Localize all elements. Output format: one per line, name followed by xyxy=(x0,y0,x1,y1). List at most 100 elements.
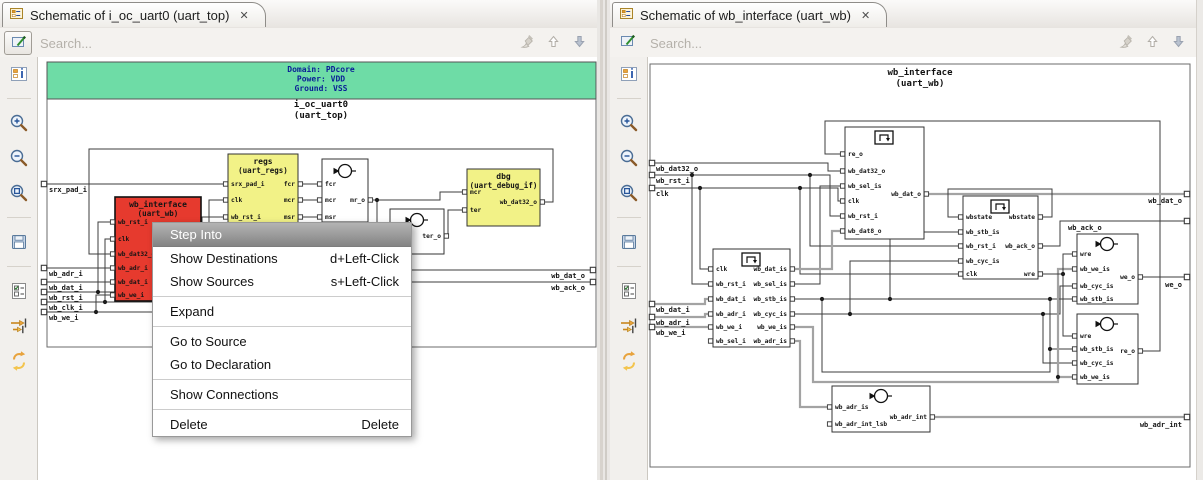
find-previous-icon[interactable] xyxy=(546,34,561,54)
pin-mcr[interactable] xyxy=(316,197,323,203)
pin-wb_dat_o[interactable] xyxy=(923,191,930,197)
pin-wbstate[interactable] xyxy=(957,214,964,220)
port-marker[interactable] xyxy=(589,266,597,274)
pin-wb_dat8_o[interactable] xyxy=(839,228,846,234)
menu-item-show-destinations[interactable]: Show Destinations d+Left-Click xyxy=(153,247,411,270)
pin-clk[interactable] xyxy=(222,197,229,203)
pin-wb_we_is[interactable] xyxy=(1071,266,1078,272)
pin-clk[interactable] xyxy=(109,236,116,242)
zoom-fit-icon[interactable] xyxy=(7,181,31,205)
pin-srx_pad_i[interactable] xyxy=(222,181,229,187)
swap-views-icon[interactable] xyxy=(617,349,641,373)
port-marker[interactable] xyxy=(648,300,656,308)
pin-wbstate[interactable] xyxy=(1037,214,1044,220)
pin-wb_stb_is[interactable] xyxy=(1071,296,1078,302)
pin-wb_cyc_is[interactable] xyxy=(789,311,796,317)
menu-item-delete[interactable]: Delete Delete xyxy=(153,413,411,436)
zoom-in-icon[interactable] xyxy=(617,111,641,135)
filter-options-icon[interactable] xyxy=(617,279,641,303)
pin-mcr[interactable] xyxy=(461,189,468,195)
menu-item-go-to-declaration[interactable]: Go to Declaration xyxy=(153,353,411,376)
tab-close-icon[interactable]: ✕ xyxy=(239,9,248,22)
save-icon[interactable] xyxy=(7,230,31,254)
port-marker[interactable] xyxy=(40,264,48,272)
find-next-icon[interactable] xyxy=(1171,34,1186,54)
trace-signals-icon[interactable] xyxy=(617,314,641,338)
zoom-in-icon[interactable] xyxy=(7,111,31,135)
port-marker[interactable] xyxy=(1183,413,1191,421)
pin-ter[interactable] xyxy=(461,207,468,213)
schematic-block[interactable]: wbstate wb_stb_is wb_rst_i wb_cyc_isclk wbst… xyxy=(957,195,1044,280)
pin-msr[interactable] xyxy=(316,214,323,220)
port-marker[interactable] xyxy=(1183,217,1191,225)
pin-wb_adr_int_lsb[interactable] xyxy=(826,421,833,427)
pin-wb_stb_is[interactable] xyxy=(1071,346,1078,352)
pin-fcr[interactable] xyxy=(297,181,304,187)
pin-wb_adr_i[interactable] xyxy=(707,311,714,317)
pin-wb_adr_is[interactable] xyxy=(789,338,796,344)
tab-schematic-uart-top[interactable]: Schematic of i_oc_uart0 (uart_top) ✕ xyxy=(2,2,266,27)
search-input[interactable] xyxy=(648,31,1072,55)
pin-wb_sel_is[interactable] xyxy=(789,281,796,287)
clear-highlight-icon[interactable] xyxy=(519,33,535,54)
zoom-fit-icon[interactable] xyxy=(617,181,641,205)
port-marker[interactable] xyxy=(40,288,48,296)
pin-wb_dat32_o[interactable] xyxy=(839,168,846,174)
menu-item-expand[interactable]: Expand xyxy=(153,300,411,323)
schematic-block[interactable]: wb_adr_is wb_adr_int_lsbwb_adr_int xyxy=(826,385,936,433)
pin-wb_cyc_is[interactable] xyxy=(1071,283,1078,289)
zoom-out-icon[interactable] xyxy=(617,146,641,170)
pin-wb_sel_i[interactable] xyxy=(707,338,714,344)
schematic-block-dbg[interactable]: dbg(uart_debug_if)mcrterwb_dat32_o xyxy=(461,168,546,227)
pin-clk[interactable] xyxy=(839,198,846,204)
find-next-icon[interactable] xyxy=(572,34,587,54)
pin-wb_stb_is[interactable] xyxy=(789,296,796,302)
menu-item-go-to-source[interactable]: Go to Source xyxy=(153,330,411,353)
port-marker[interactable] xyxy=(589,278,597,286)
menu-item-show-sources[interactable]: Show Sources s+Left-Click xyxy=(153,270,411,293)
pin-wb_cyc_is[interactable] xyxy=(957,258,964,264)
pin-wb_dat_i[interactable] xyxy=(109,279,116,285)
pin-wb_we_i[interactable] xyxy=(707,324,714,330)
pin-wb_we_i[interactable] xyxy=(109,292,116,298)
port-marker[interactable] xyxy=(648,171,656,179)
zoom-out-icon[interactable] xyxy=(7,146,31,170)
schematic-right[interactable]: wb_interface(uart_wb) re_o wb_dat32_o wb_se… xyxy=(648,57,1196,479)
pin-wb_adr_i[interactable] xyxy=(109,265,116,271)
port-marker[interactable] xyxy=(40,180,48,188)
properties-icon[interactable] xyxy=(617,62,641,86)
search-input[interactable] xyxy=(38,31,462,55)
pin-clk[interactable] xyxy=(707,266,714,272)
pin-wb_dat_is[interactable] xyxy=(789,266,796,272)
schematic-block[interactable]: wre wb_we_is wb_cyc_is wb_stb_is we_o xyxy=(1071,233,1144,305)
tab-close-icon[interactable]: ✕ xyxy=(861,9,870,22)
pin-wb_rst_i[interactable] xyxy=(222,214,229,220)
pin-we_o[interactable] xyxy=(1137,274,1144,280)
schematic-block[interactable]: fcr mcr msr mr_o xyxy=(316,158,374,223)
menu-item-show-connections[interactable]: Show Connections xyxy=(153,383,411,406)
pin-wb_we_is[interactable] xyxy=(1071,374,1078,380)
pin-wre[interactable] xyxy=(1071,333,1078,339)
pin-msr[interactable] xyxy=(297,214,304,220)
pin-wb_sel_is[interactable] xyxy=(839,183,846,189)
properties-icon[interactable] xyxy=(7,62,31,86)
pin-clk[interactable] xyxy=(957,271,964,277)
port-marker[interactable] xyxy=(1183,273,1191,281)
pin-wb_stb_is[interactable] xyxy=(957,229,964,235)
port-marker[interactable] xyxy=(648,323,656,331)
pin-wb_rst_i[interactable] xyxy=(109,219,116,225)
pin-wb_rst_i[interactable] xyxy=(707,281,714,287)
clear-highlight-icon[interactable] xyxy=(1118,33,1134,54)
tab-schematic-uart-wb[interactable]: Schematic of wb_interface (uart_wb) ✕ xyxy=(612,2,888,27)
pin-wre[interactable] xyxy=(1037,271,1044,277)
port-marker[interactable] xyxy=(40,298,48,306)
port-marker[interactable] xyxy=(648,159,656,167)
pin-re_o[interactable] xyxy=(1137,348,1144,354)
pin-wb_adr_is[interactable] xyxy=(826,404,833,410)
pin-wb_cyc_is[interactable] xyxy=(1071,360,1078,366)
pin-wb_ack_o[interactable] xyxy=(1037,243,1044,249)
pin-mr_o[interactable] xyxy=(367,197,374,203)
port-marker[interactable] xyxy=(40,278,48,286)
pin-wb_we_is[interactable] xyxy=(789,324,796,330)
port-marker[interactable] xyxy=(648,313,656,321)
